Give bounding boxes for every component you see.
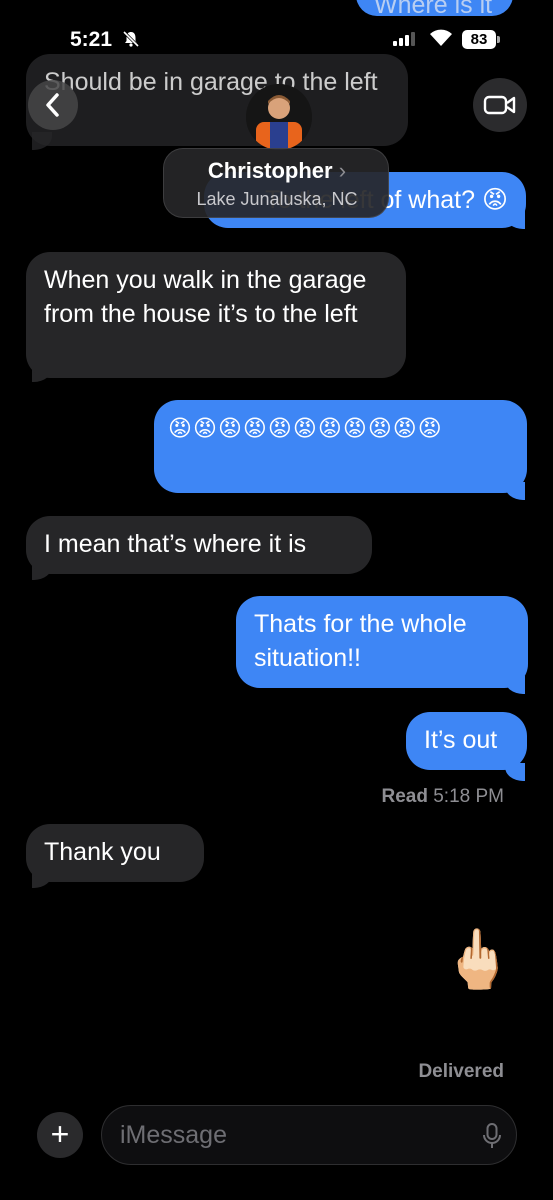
message-text: It’s out: [424, 726, 498, 754]
wifi-icon: [428, 27, 454, 53]
status-time: 5:21: [70, 28, 113, 51]
message-text: Thank you: [44, 838, 161, 866]
imessage-input[interactable]: [120, 1119, 460, 1151]
message-bubble-incoming[interactable]: Should be in garage to the left: [26, 54, 408, 146]
message-bubble-incoming[interactable]: I mean that’s where it is: [26, 516, 372, 574]
message-text: Thats for the whole situation!!: [254, 610, 467, 672]
silent-bell-icon: [122, 30, 140, 53]
video-camera-icon: [483, 95, 516, 115]
battery-icon: 83: [462, 30, 496, 49]
facetime-video-button[interactable]: [473, 78, 527, 132]
message-text: Should be in garage to the left: [44, 68, 378, 96]
back-chevron-icon: [46, 93, 59, 117]
contact-name-text: Christopher: [207, 158, 333, 183]
read-label: Read: [381, 786, 428, 807]
add-attachment-button[interactable]: +: [37, 1112, 83, 1158]
delivered-status: Delivered: [418, 1061, 504, 1082]
message-bubble-incoming[interactable]: When you walk in the garage from the hou…: [26, 252, 406, 378]
message-text: I mean that’s where it is: [44, 530, 307, 558]
cellular-signal-icon: [393, 32, 417, 46]
message-text: 😡😡😡😡😡😡😡😡😡😡😡: [168, 415, 443, 441]
message-text: When you walk in the garage from the hou…: [44, 266, 367, 328]
message-text: 🖕🏻: [441, 927, 515, 992]
message-bubble-outgoing[interactable]: Thats for the whole situation!!: [236, 596, 528, 688]
status-bar: 5:21 83: [0, 0, 553, 56]
battery-cap: [497, 36, 500, 43]
imessage-input-container[interactable]: [101, 1105, 517, 1165]
read-receipt: Read 5:18 PM: [364, 786, 504, 808]
message-bubble-outgoing[interactable]: It’s out: [406, 712, 527, 770]
message-emoji-outgoing[interactable]: 🖕🏻: [438, 920, 518, 1000]
contact-name: Christopher ›: [164, 158, 390, 184]
back-button[interactable]: [28, 80, 78, 130]
contact-header[interactable]: Christopher › Lake Junaluska, NC: [163, 148, 389, 218]
message-bubble-outgoing[interactable]: 😡😡😡😡😡😡😡😡😡😡😡: [154, 400, 527, 493]
message-bubble-incoming[interactable]: Thank you: [26, 824, 204, 882]
plus-icon: +: [50, 1116, 70, 1152]
microphone-icon[interactable]: [480, 1122, 504, 1150]
contact-location: Lake Junaluska, NC: [196, 189, 358, 209]
chevron-right-icon: ›: [338, 158, 347, 183]
read-time: 5:18 PM: [433, 786, 504, 807]
contact-avatar[interactable]: [246, 84, 312, 150]
